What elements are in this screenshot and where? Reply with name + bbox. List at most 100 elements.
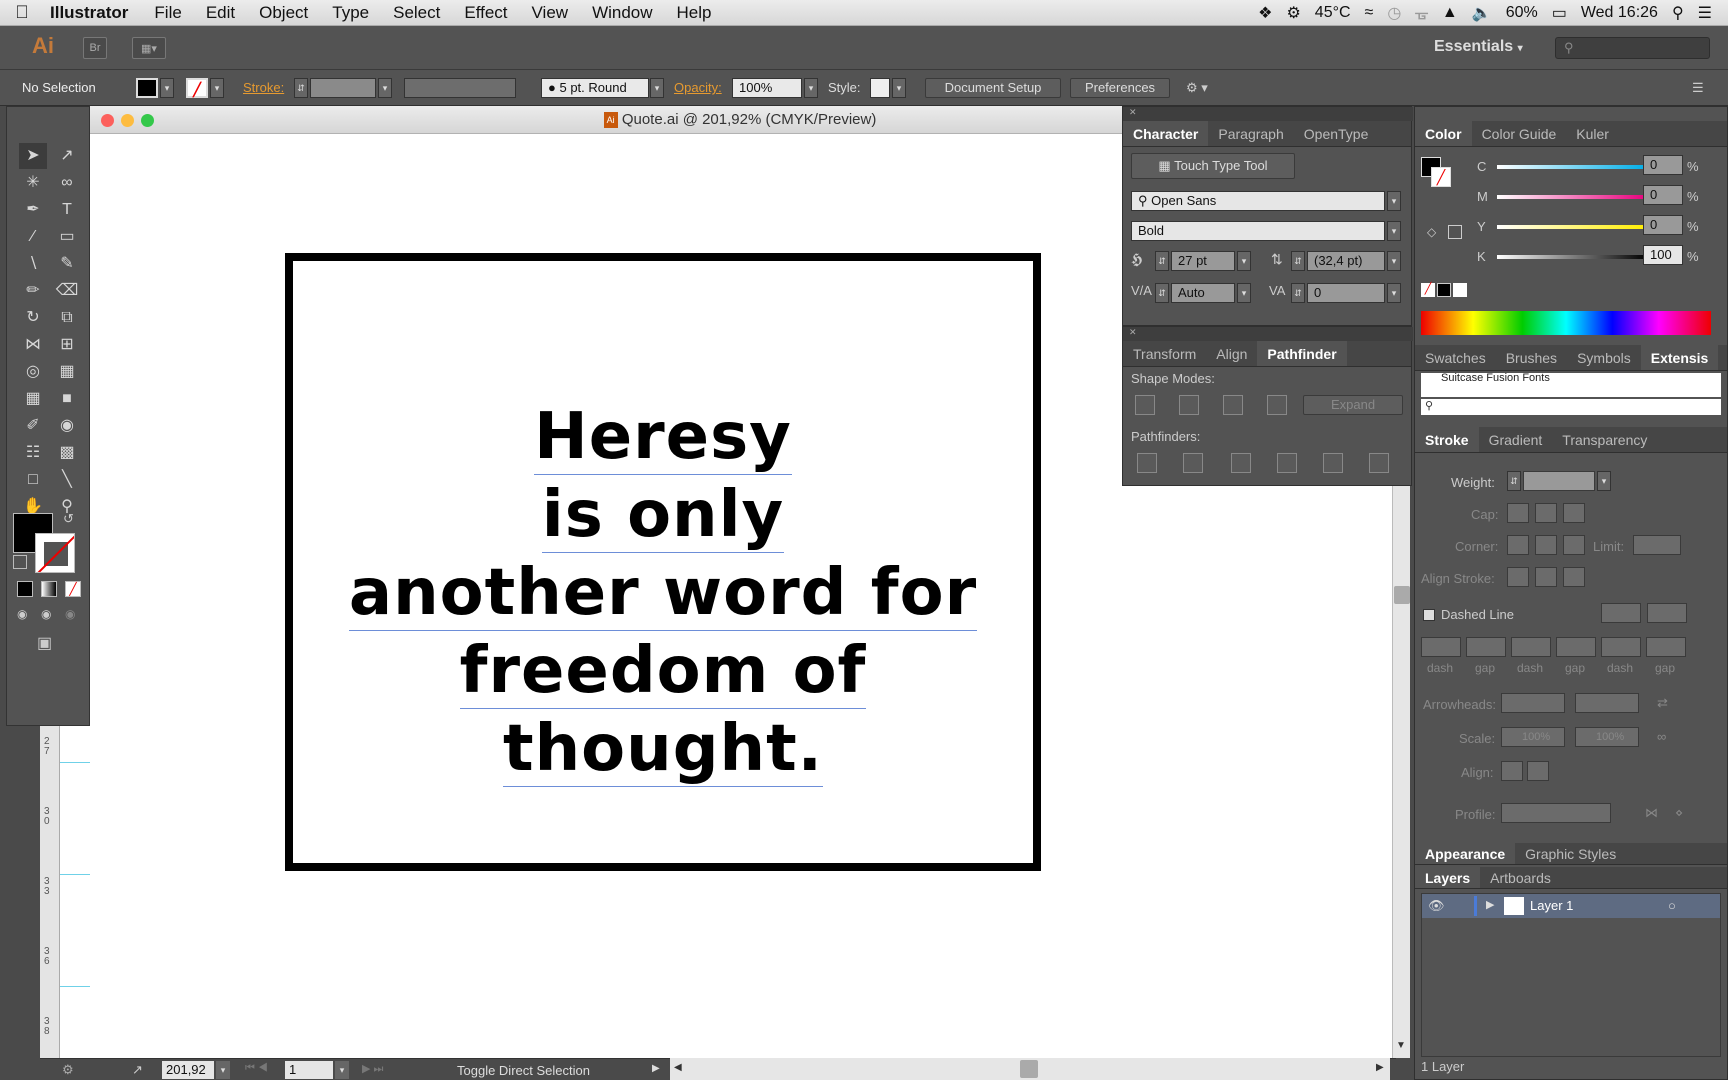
leading-stepper[interactable]: ⇵ — [1291, 251, 1305, 271]
gradient-tool-icon[interactable]: ■ — [53, 386, 81, 412]
notification-center-icon[interactable]: ☰ — [1698, 3, 1712, 23]
menu-effect[interactable]: Effect — [452, 3, 519, 23]
expand-layer-icon[interactable]: ▶ — [1486, 898, 1494, 911]
quote-line[interactable]: Heresy — [534, 400, 792, 475]
tab-brushes[interactable]: Brushes — [1496, 345, 1567, 370]
fill-swatch[interactable] — [136, 78, 158, 98]
gap-input-1[interactable] — [1466, 637, 1506, 657]
weight-dropdown[interactable]: ▾ — [1597, 471, 1611, 491]
artboard-dropdown[interactable]: ▾ — [335, 1061, 349, 1079]
start-scale-input[interactable]: 100% — [1501, 727, 1565, 747]
quote-line[interactable]: another word for — [348, 556, 978, 631]
tab-transparency[interactable]: Transparency — [1552, 427, 1657, 452]
control-panel-menu-icon[interactable]: ☰ — [1692, 78, 1704, 98]
close-panel-icon[interactable]: ✕ — [1123, 107, 1413, 121]
next-artboard-icon[interactable]: ▶ ⏭ — [362, 1062, 383, 1076]
symbol-sprayer-tool-icon[interactable]: ☷ — [19, 440, 47, 466]
tracking-dropdown[interactable]: ▾ — [1387, 283, 1401, 303]
font-style-select[interactable]: Bold — [1131, 221, 1385, 241]
butt-cap-icon[interactable] — [1507, 503, 1529, 523]
volume-icon[interactable]: 🔈 — [1472, 3, 1492, 23]
round-join-icon[interactable] — [1535, 535, 1557, 555]
scroll-right-icon[interactable]: ▶ — [1376, 1062, 1384, 1073]
scroll-thumb[interactable] — [1394, 586, 1410, 604]
layer-row[interactable]: 👁 ▶ Layer 1 ○ — [1422, 894, 1720, 918]
blob-brush-tool-icon[interactable]: ✏ — [19, 278, 47, 304]
selection-tool-icon[interactable]: ➤ — [19, 143, 47, 169]
stroke-label[interactable]: Stroke: — [243, 78, 284, 98]
black-input[interactable]: 100 — [1643, 245, 1683, 265]
touch-type-tool-button[interactable]: ▦ Touch Type Tool — [1131, 153, 1295, 179]
weight-stepper[interactable]: ⇵ — [1507, 471, 1521, 491]
yellow-input[interactable]: 0 — [1643, 215, 1683, 235]
font-style-dropdown[interactable]: ▾ — [1387, 221, 1401, 241]
exclude-icon[interactable] — [1267, 395, 1287, 415]
kerning-input[interactable]: Auto — [1171, 283, 1235, 303]
tab-graphic-styles[interactable]: Graphic Styles — [1515, 843, 1626, 864]
tab-artboards[interactable]: Artboards — [1480, 867, 1561, 888]
tab-swatches[interactable]: Swatches — [1415, 345, 1496, 370]
font-family-input[interactable]: ⚲ Open Sans — [1131, 191, 1385, 211]
tab-stroke[interactable]: Stroke — [1415, 427, 1479, 452]
minus-front-icon[interactable] — [1179, 395, 1199, 415]
column-graph-tool-icon[interactable]: ▩ — [53, 440, 81, 466]
align-center-icon[interactable] — [1507, 567, 1529, 587]
intersect-icon[interactable] — [1223, 395, 1243, 415]
align-inside-icon[interactable] — [1535, 567, 1557, 587]
tab-kuler[interactable]: Kuler — [1566, 121, 1619, 146]
battery-percent[interactable]: 60% — [1506, 4, 1538, 22]
preferences-button[interactable]: Preferences — [1070, 78, 1170, 98]
lasso-tool-icon[interactable]: ∞ — [53, 170, 81, 196]
extensis-list-item[interactable]: Suitcase Fusion Fonts — [1421, 373, 1721, 397]
menu-window[interactable]: Window — [580, 3, 664, 23]
black-swatch[interactable] — [1437, 283, 1451, 297]
flip-across-icon[interactable]: ⋄ — [1675, 805, 1683, 821]
divide-icon[interactable] — [1137, 453, 1157, 473]
end-scale-input[interactable]: 100% — [1575, 727, 1639, 747]
draw-inside-icon[interactable]: ◉ — [65, 607, 75, 621]
dashed-line-checkbox[interactable] — [1423, 609, 1435, 621]
free-transform-tool-icon[interactable]: ⊞ — [53, 332, 81, 358]
eyedropper-tool-icon[interactable]: ✐ — [19, 413, 47, 439]
tracking-stepper[interactable]: ⇵ — [1291, 283, 1305, 303]
profile-select[interactable] — [1501, 803, 1611, 823]
tab-color-guide[interactable]: Color Guide — [1472, 121, 1567, 146]
eye-icon[interactable]: 👁 — [1428, 898, 1445, 914]
clock[interactable]: Wed 16:26 — [1581, 4, 1658, 22]
projecting-cap-icon[interactable] — [1563, 503, 1585, 523]
menu-edit[interactable]: Edit — [194, 3, 247, 23]
white-swatch[interactable] — [1453, 283, 1467, 297]
bevel-join-icon[interactable] — [1563, 535, 1585, 555]
rotate-tool-icon[interactable]: ↻ — [19, 305, 47, 331]
stroke-color-box[interactable] — [35, 533, 75, 573]
flip-along-icon[interactable]: ⋈ — [1645, 805, 1658, 821]
merge-icon[interactable] — [1231, 453, 1251, 473]
apple-icon[interactable]:  — [0, 2, 44, 23]
isolate-object-icon[interactable]: ⚙ ▾ — [1186, 78, 1208, 98]
color-mode-icon[interactable] — [17, 581, 33, 597]
gear-icon[interactable]: ⚙ — [62, 1062, 74, 1078]
default-colors-icon[interactable] — [13, 555, 27, 569]
tab-pathfinder[interactable]: Pathfinder — [1257, 341, 1347, 366]
style-dropdown[interactable]: ▾ — [892, 78, 906, 98]
brush-definition[interactable]: ● 5 pt. Round — [541, 78, 649, 98]
bridge-button[interactable]: Br — [83, 37, 107, 59]
sync-icon[interactable]: ≈ — [1365, 4, 1374, 22]
spotlight-icon[interactable]: ⚲ — [1672, 3, 1684, 23]
width-tool-icon[interactable]: ⋈ — [19, 332, 47, 358]
outline-icon[interactable] — [1323, 453, 1343, 473]
layer-name[interactable]: Layer 1 — [1530, 898, 1573, 913]
scroll-left-icon[interactable]: ◀ — [674, 1062, 682, 1073]
fill-dropdown[interactable]: ▾ — [160, 78, 174, 98]
gap-input-3[interactable] — [1646, 637, 1686, 657]
color-stroke-box[interactable]: ╱ — [1431, 167, 1451, 187]
quote-text-block[interactable]: Heresy is only another word for freedom … — [300, 398, 1026, 788]
expand-button[interactable]: Expand — [1303, 395, 1403, 415]
opacity-input[interactable]: 100% — [732, 78, 802, 98]
none-color-swatch[interactable]: ╱ — [1421, 283, 1435, 297]
close-window-button[interactable] — [101, 114, 114, 127]
slice-tool-icon[interactable]: ╲ — [53, 467, 81, 493]
draw-behind-icon[interactable]: ◉ — [41, 607, 51, 621]
yellow-slider[interactable] — [1497, 225, 1647, 229]
tab-transform[interactable]: Transform — [1123, 341, 1206, 366]
